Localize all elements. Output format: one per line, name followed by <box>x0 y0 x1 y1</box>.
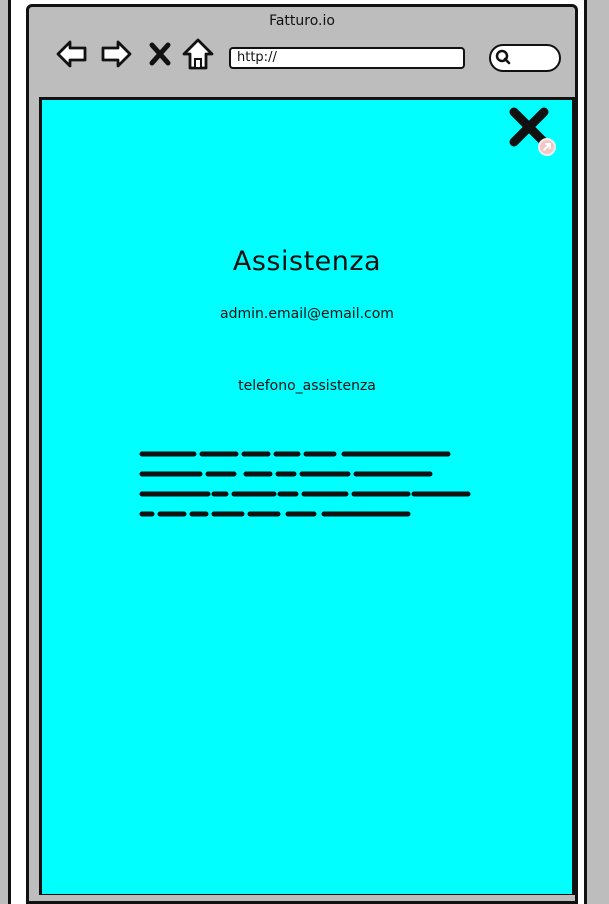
page-content: Assistenza admin.email@email.com telefon… <box>39 97 575 897</box>
bottom-frame-edge <box>29 895 575 901</box>
left-frame-edge <box>0 0 11 904</box>
back-arrow-icon[interactable] <box>55 37 89 71</box>
right-frame-edge <box>584 0 609 904</box>
placeholder-text-block <box>139 451 471 517</box>
page-title: Assistenza <box>232 246 382 277</box>
support-email: admin.email@email.com <box>220 306 394 322</box>
address-bar-input[interactable]: http:// <box>229 47 465 69</box>
search-icon <box>495 49 511 65</box>
browser-window: Fatturo.io http:// Assistenza admin.emai… <box>26 4 578 904</box>
search-field[interactable] <box>489 44 561 72</box>
stop-icon[interactable] <box>147 37 173 71</box>
forward-arrow-icon[interactable] <box>99 37 133 71</box>
window-title: Fatturo.io <box>269 13 335 29</box>
browser-toolbar: Fatturo.io http:// <box>29 7 575 97</box>
support-phone: telefono_assistenza <box>238 378 376 394</box>
home-icon[interactable] <box>181 37 215 71</box>
close-x-icon[interactable] <box>508 106 558 156</box>
